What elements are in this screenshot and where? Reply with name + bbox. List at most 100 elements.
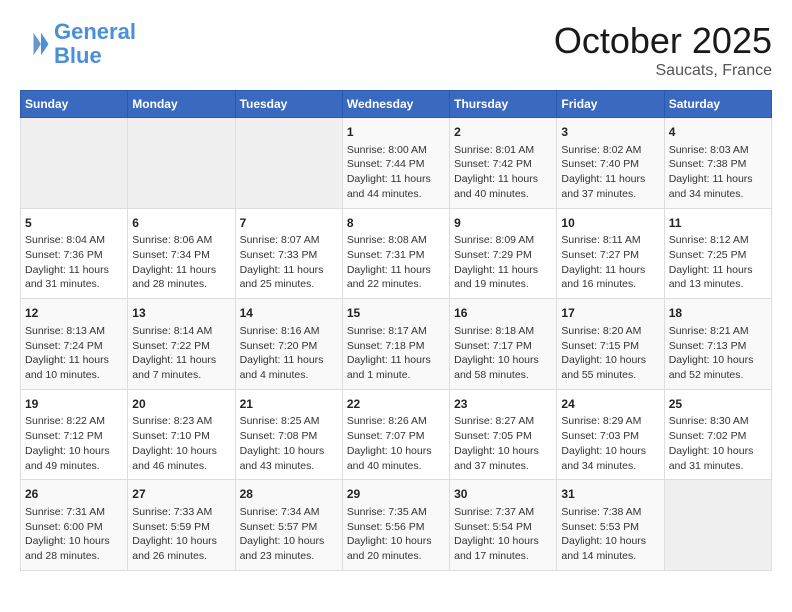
day-info: Sunrise: 8:13 AM Sunset: 7:24 PM Dayligh…: [25, 324, 123, 383]
day-info: Sunrise: 8:04 AM Sunset: 7:36 PM Dayligh…: [25, 233, 123, 292]
day-number: 13: [132, 305, 230, 322]
day-number: 7: [240, 215, 338, 232]
day-number: 4: [669, 124, 767, 141]
day-info: Sunrise: 8:16 AM Sunset: 7:20 PM Dayligh…: [240, 324, 338, 383]
day-number: 23: [454, 396, 552, 413]
day-info: Sunrise: 8:18 AM Sunset: 7:17 PM Dayligh…: [454, 324, 552, 383]
day-info: Sunrise: 8:22 AM Sunset: 7:12 PM Dayligh…: [25, 414, 123, 473]
day-number: 21: [240, 396, 338, 413]
day-cell: 14 Sunrise: 8:16 AM Sunset: 7:20 PM Dayli…: [235, 299, 342, 390]
day-cell: [128, 118, 235, 209]
day-number: 1: [347, 124, 445, 141]
week-row-3: 12Sunrise: 8:13 AM Sunset: 7:24 PM Dayli…: [21, 299, 772, 390]
day-info: Sunrise: 8:29 AM Sunset: 7:03 PM Dayligh…: [561, 414, 659, 473]
day-number: 20: [132, 396, 230, 413]
month-year: October 2025: [554, 20, 772, 62]
day-cell: 10Sunrise: 8:11 AM Sunset: 7:27 PM Dayli…: [557, 208, 664, 299]
day-info: Sunrise: 8:20 AM Sunset: 7:15 PM Dayligh…: [561, 324, 659, 383]
day-cell: 12Sunrise: 8:13 AM Sunset: 7:24 PM Dayli…: [21, 299, 128, 390]
day-cell: 6Sunrise: 8:06 AM Sunset: 7:34 PM Daylig…: [128, 208, 235, 299]
day-cell: [21, 118, 128, 209]
day-number: 11: [669, 215, 767, 232]
logo-text: General Blue: [54, 20, 136, 68]
day-cell: 9Sunrise: 8:09 AM Sunset: 7:29 PM Daylig…: [450, 208, 557, 299]
day-cell: 17 Sunrise: 8:20 AM Sunset: 7:15 PM Dayli…: [557, 299, 664, 390]
day-cell: 24Sunrise: 8:29 AM Sunset: 7:03 PM Dayli…: [557, 389, 664, 480]
week-row-5: 26Sunrise: 7:31 AM Sunset: 6:00 PM Dayli…: [21, 480, 772, 571]
day-number: 6: [132, 215, 230, 232]
day-cell: 4 Sunrise: 8:03 AM Sunset: 7:38 PM Daylig…: [664, 118, 771, 209]
day-cell: 21Sunrise: 8:25 AM Sunset: 7:08 PM Dayli…: [235, 389, 342, 480]
day-cell: 1 Sunrise: 8:00 AM Sunset: 7:44 PM Daylig…: [342, 118, 449, 209]
day-cell: 19Sunrise: 8:22 AM Sunset: 7:12 PM Dayli…: [21, 389, 128, 480]
day-info: Sunrise: 8:14 AM Sunset: 7:22 PM Dayligh…: [132, 324, 230, 383]
day-info: Sunrise: 8:11 AM Sunset: 7:27 PM Dayligh…: [561, 233, 659, 292]
day-info: Sunrise: 7:35 AM Sunset: 5:56 PM Dayligh…: [347, 505, 445, 564]
day-number: 26: [25, 486, 123, 503]
day-header-thursday: Thursday: [450, 91, 557, 118]
day-number: 27: [132, 486, 230, 503]
day-cell: 7Sunrise: 8:07 AM Sunset: 7:33 PM Daylig…: [235, 208, 342, 299]
day-cell: 27 Sunrise: 7:33 AM Sunset: 5:59 PM Dayli…: [128, 480, 235, 571]
day-cell: 8Sunrise: 8:08 AM Sunset: 7:31 PM Daylig…: [342, 208, 449, 299]
day-info: Sunrise: 8:07 AM Sunset: 7:33 PM Dayligh…: [240, 233, 338, 292]
day-cell: 23Sunrise: 8:27 AM Sunset: 7:05 PM Dayli…: [450, 389, 557, 480]
month-title: October 2025 Saucats, France: [554, 20, 772, 80]
week-row-1: 1 Sunrise: 8:00 AM Sunset: 7:44 PM Daylig…: [21, 118, 772, 209]
day-cell: 18 Sunrise: 8:21 AM Sunset: 7:13 PM Dayli…: [664, 299, 771, 390]
day-number: 8: [347, 215, 445, 232]
day-info: Sunrise: 8:01 AM Sunset: 7:42 PM Dayligh…: [454, 143, 552, 202]
day-cell: 30Sunrise: 7:37 AM Sunset: 5:54 PM Dayli…: [450, 480, 557, 571]
day-info: Sunrise: 8:26 AM Sunset: 7:07 PM Dayligh…: [347, 414, 445, 473]
day-number: 19: [25, 396, 123, 413]
day-cell: [664, 480, 771, 571]
day-info: Sunrise: 8:23 AM Sunset: 7:10 PM Dayligh…: [132, 414, 230, 473]
day-info: Sunrise: 8:06 AM Sunset: 7:34 PM Dayligh…: [132, 233, 230, 292]
day-cell: 20Sunrise: 8:23 AM Sunset: 7:10 PM Dayli…: [128, 389, 235, 480]
day-cell: 13 Sunrise: 8:14 AM Sunset: 7:22 PM Dayli…: [128, 299, 235, 390]
day-info: Sunrise: 8:25 AM Sunset: 7:08 PM Dayligh…: [240, 414, 338, 473]
day-info: Sunrise: 8:21 AM Sunset: 7:13 PM Dayligh…: [669, 324, 767, 383]
day-info: Sunrise: 8:00 AM Sunset: 7:44 PM Dayligh…: [347, 143, 445, 202]
day-header-friday: Friday: [557, 91, 664, 118]
day-cell: 16 Sunrise: 8:18 AM Sunset: 7:17 PM Dayli…: [450, 299, 557, 390]
day-info: Sunrise: 8:03 AM Sunset: 7:38 PM Dayligh…: [669, 143, 767, 202]
day-header-wednesday: Wednesday: [342, 91, 449, 118]
day-info: Sunrise: 7:33 AM Sunset: 5:59 PM Dayligh…: [132, 505, 230, 564]
day-info: Sunrise: 7:34 AM Sunset: 5:57 PM Dayligh…: [240, 505, 338, 564]
day-cell: 5Sunrise: 8:04 AM Sunset: 7:36 PM Daylig…: [21, 208, 128, 299]
day-cell: 28 Sunrise: 7:34 AM Sunset: 5:57 PM Dayli…: [235, 480, 342, 571]
day-number: 15: [347, 305, 445, 322]
day-info: Sunrise: 8:17 AM Sunset: 7:18 PM Dayligh…: [347, 324, 445, 383]
page-header: General Blue October 2025 Saucats, Franc…: [20, 20, 772, 80]
day-number: 14: [240, 305, 338, 322]
day-cell: 15 Sunrise: 8:17 AM Sunset: 7:18 PM Dayli…: [342, 299, 449, 390]
day-info: Sunrise: 7:38 AM Sunset: 5:53 PM Dayligh…: [561, 505, 659, 564]
day-cell: 25Sunrise: 8:30 AM Sunset: 7:02 PM Dayli…: [664, 389, 771, 480]
day-info: Sunrise: 8:30 AM Sunset: 7:02 PM Dayligh…: [669, 414, 767, 473]
day-info: Sunrise: 8:08 AM Sunset: 7:31 PM Dayligh…: [347, 233, 445, 292]
day-number: 28: [240, 486, 338, 503]
day-number: 17: [561, 305, 659, 322]
day-number: 31: [561, 486, 659, 503]
day-header-sunday: Sunday: [21, 91, 128, 118]
day-number: 16: [454, 305, 552, 322]
day-number: 22: [347, 396, 445, 413]
day-cell: [235, 118, 342, 209]
day-number: 24: [561, 396, 659, 413]
day-number: 30: [454, 486, 552, 503]
day-cell: 31 Sunrise: 7:38 AM Sunset: 5:53 PM Dayli…: [557, 480, 664, 571]
day-number: 9: [454, 215, 552, 232]
day-header-tuesday: Tuesday: [235, 91, 342, 118]
day-info: Sunrise: 8:02 AM Sunset: 7:40 PM Dayligh…: [561, 143, 659, 202]
days-header-row: SundayMondayTuesdayWednesdayThursdayFrid…: [21, 91, 772, 118]
day-cell: 29Sunrise: 7:35 AM Sunset: 5:56 PM Dayli…: [342, 480, 449, 571]
location: Saucats, France: [554, 62, 772, 80]
day-cell: 3Sunrise: 8:02 AM Sunset: 7:40 PM Daylig…: [557, 118, 664, 209]
day-header-saturday: Saturday: [664, 91, 771, 118]
week-row-2: 5Sunrise: 8:04 AM Sunset: 7:36 PM Daylig…: [21, 208, 772, 299]
day-cell: 2Sunrise: 8:01 AM Sunset: 7:42 PM Daylig…: [450, 118, 557, 209]
day-info: Sunrise: 8:12 AM Sunset: 7:25 PM Dayligh…: [669, 233, 767, 292]
day-number: 18: [669, 305, 767, 322]
week-row-4: 19Sunrise: 8:22 AM Sunset: 7:12 PM Dayli…: [21, 389, 772, 480]
